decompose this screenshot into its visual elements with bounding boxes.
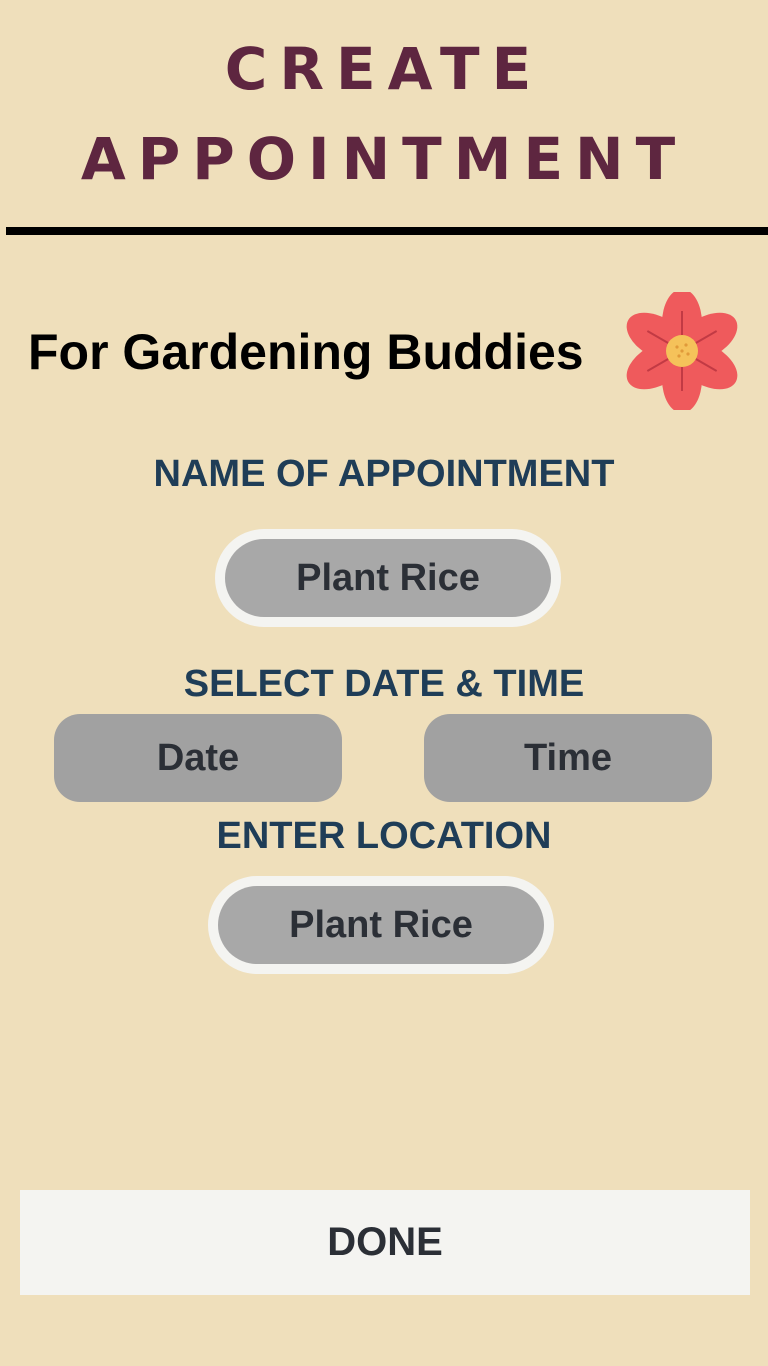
appointment-name-value[interactable]: Plant Rice (225, 539, 551, 617)
page-title-line2: APPOINTMENT (80, 125, 688, 193)
subtitle: For Gardening Buddies (28, 324, 584, 380)
appointment-name-field[interactable]: Plant Rice (215, 529, 561, 627)
name-of-appointment-label: NAME OF APPOINTMENT (153, 453, 615, 495)
create-appointment-screen: CREATE APPOINTMENT For Gardening Buddies (0, 0, 768, 1366)
select-date-time-label: SELECT DATE & TIME (183, 663, 585, 705)
page-title-line1: CREATE (224, 35, 544, 103)
enter-location-label: ENTER LOCATION (216, 815, 552, 857)
done-button[interactable]: DONE (20, 1190, 750, 1295)
location-value[interactable]: Plant Rice (218, 886, 544, 964)
header-divider (6, 227, 768, 235)
date-button[interactable]: Date (54, 714, 342, 802)
time-button[interactable]: Time (424, 714, 712, 802)
location-field[interactable]: Plant Rice (208, 876, 554, 974)
flower-icon (626, 292, 738, 410)
